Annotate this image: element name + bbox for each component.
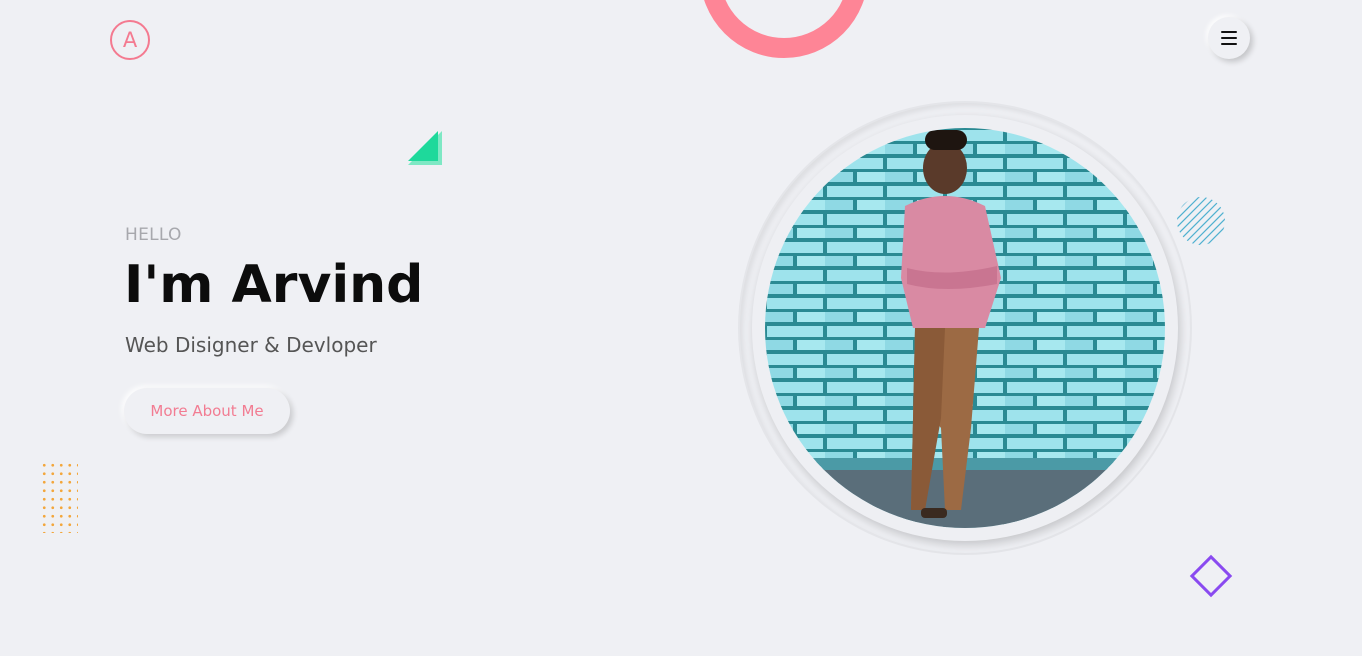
- hero-page: A HELLO I'm Arvind Web Disigner & Devlop…: [0, 0, 1362, 656]
- menu-button[interactable]: [1208, 17, 1250, 59]
- orange-dot-grid: [40, 461, 78, 533]
- purple-diamond-shape: [1189, 554, 1233, 598]
- hero-subtitle: Web Disigner & Devloper: [125, 333, 377, 357]
- green-triangle-shape: [408, 131, 442, 165]
- pink-ring-shape: [700, 0, 868, 58]
- more-about-me-button[interactable]: More About Me: [124, 388, 290, 434]
- logo[interactable]: A: [110, 20, 150, 60]
- hero-title: I'm Arvind: [124, 255, 424, 315]
- logo-letter: A: [122, 27, 138, 52]
- profile-photo: [765, 128, 1165, 528]
- hero-greeting: HELLO: [125, 225, 182, 245]
- hamburger-icon: [1221, 31, 1237, 45]
- blue-hatched-circle: [1177, 197, 1225, 245]
- portrait-frame: [740, 103, 1190, 553]
